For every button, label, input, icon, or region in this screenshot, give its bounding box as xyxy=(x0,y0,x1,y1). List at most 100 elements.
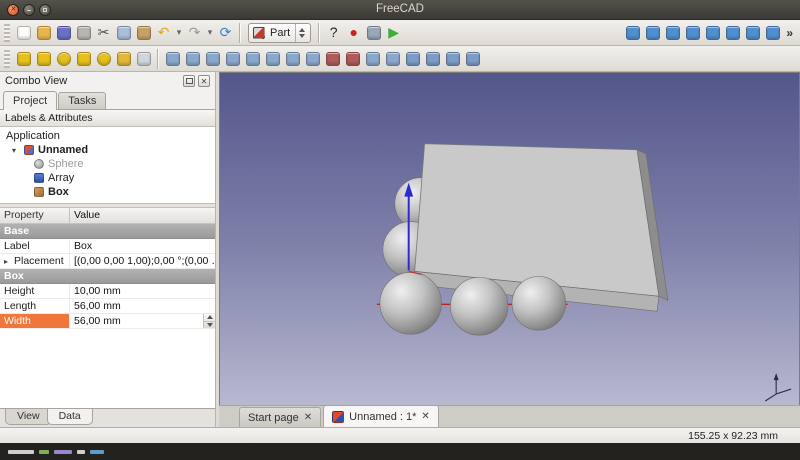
placement-expand-icon[interactable] xyxy=(4,254,12,268)
top-view-icon[interactable] xyxy=(684,24,701,41)
undo-icon[interactable]: ↶ xyxy=(155,24,172,41)
whats-this-icon[interactable]: ? xyxy=(325,24,342,41)
tree-item-array[interactable]: Array xyxy=(0,171,215,185)
revolve-icon[interactable] xyxy=(184,50,201,67)
view-icon-group xyxy=(624,24,781,41)
toolbar-overflow-button[interactable]: » xyxy=(783,26,796,40)
right-view-icon[interactable] xyxy=(704,24,721,41)
ruled-surface-icon[interactable] xyxy=(264,50,281,67)
tab-data[interactable]: Data xyxy=(47,409,93,425)
sphere-array-front[interactable] xyxy=(380,272,566,335)
panel-close-icon[interactable] xyxy=(198,75,210,87)
property-value[interactable]: [(0,00 0,00 1,00);0,00 °;(0,00 … xyxy=(70,254,215,268)
record-macro-icon[interactable]: ● xyxy=(345,24,362,41)
paste-icon[interactable] xyxy=(135,24,152,41)
create-primitives-icon[interactable] xyxy=(115,50,132,67)
width-spinner[interactable] xyxy=(203,314,215,328)
cylinder-primitive-icon[interactable] xyxy=(35,50,52,67)
tree-column-header[interactable]: Labels & Attributes xyxy=(0,110,215,127)
offset-icon[interactable] xyxy=(364,50,381,67)
cross-sections-icon[interactable] xyxy=(344,50,361,67)
cut-icon[interactable]: ✂ xyxy=(95,24,112,41)
thickness-icon[interactable] xyxy=(384,50,401,67)
fit-all-icon[interactable] xyxy=(624,24,641,41)
tree-item-sphere[interactable]: Sphere xyxy=(0,157,215,171)
property-row-placement[interactable]: Placement [(0,00 0,00 1,00);0,00 °;(0,00… xyxy=(0,254,215,269)
front-view-icon[interactable] xyxy=(664,24,681,41)
union-icon[interactable] xyxy=(444,50,461,67)
box-primitive-icon[interactable] xyxy=(15,50,32,67)
close-tab-icon[interactable]: ✕ xyxy=(304,412,312,423)
mirror-icon[interactable] xyxy=(204,50,221,67)
property-value[interactable]: 10,00 mm xyxy=(70,284,215,298)
macros-dialog-icon[interactable] xyxy=(365,24,382,41)
toolbar-grip[interactable] xyxy=(4,24,10,42)
intersection-icon[interactable] xyxy=(464,50,481,67)
sweep-icon[interactable] xyxy=(304,50,321,67)
value-column-header[interactable]: Value xyxy=(70,208,215,223)
property-row-width[interactable]: Width 56,00 mm xyxy=(0,314,215,329)
cone-primitive-icon[interactable] xyxy=(75,50,92,67)
close-tab-icon[interactable]: ✕ xyxy=(421,411,429,422)
chamfer-icon[interactable] xyxy=(244,50,261,67)
property-row-height[interactable]: Height 10,00 mm xyxy=(0,284,215,299)
tab-tasks[interactable]: Tasks xyxy=(58,92,106,109)
tree-item-label: Box xyxy=(48,186,69,198)
tree-item-application[interactable]: Application xyxy=(0,129,215,143)
open-document-icon[interactable] xyxy=(35,24,52,41)
left-view-icon[interactable] xyxy=(764,24,781,41)
section-icon[interactable] xyxy=(324,50,341,67)
tab-unnamed-document[interactable]: Unnamed : 1* ✕ xyxy=(323,405,439,427)
window-maximize-button[interactable] xyxy=(39,4,51,16)
extrude-icon[interactable] xyxy=(164,50,181,67)
property-group-box[interactable]: Box xyxy=(0,269,215,284)
panel-title-bar[interactable]: Combo View xyxy=(0,72,215,90)
titlebar[interactable]: FreeCAD xyxy=(0,0,800,20)
shape-builder-icon[interactable] xyxy=(135,50,152,67)
toolbar-grip[interactable] xyxy=(4,50,10,68)
document-area: Start page ✕ Unnamed : 1* ✕ xyxy=(219,72,800,427)
print-icon[interactable] xyxy=(75,24,92,41)
redo-history-icon[interactable]: ▾ xyxy=(206,24,214,41)
tab-project[interactable]: Project xyxy=(3,91,57,110)
rear-view-icon[interactable] xyxy=(724,24,741,41)
workbench-selector[interactable]: Part xyxy=(248,23,311,43)
loft-icon[interactable] xyxy=(284,50,301,67)
property-row-length[interactable]: Length 56,00 mm xyxy=(0,299,215,314)
width-value[interactable]: 56,00 mm xyxy=(74,315,121,327)
sphere-primitive-icon[interactable] xyxy=(55,50,72,67)
boolean-icon[interactable] xyxy=(404,50,421,67)
primitives-icon-group xyxy=(15,50,152,67)
isometric-view-icon[interactable] xyxy=(644,24,661,41)
tab-view[interactable]: View xyxy=(5,409,52,425)
property-value[interactable]: 56,00 mm xyxy=(70,299,215,313)
tree-item-box[interactable]: Box xyxy=(0,185,215,199)
property-value[interactable]: Box xyxy=(70,239,215,253)
tree-item-unnamed[interactable]: Unnamed xyxy=(0,143,215,157)
spinner-up-icon[interactable] xyxy=(204,314,215,322)
property-group-base[interactable]: Base xyxy=(0,224,215,239)
property-column-header[interactable]: Property xyxy=(0,208,70,223)
new-document-icon[interactable] xyxy=(15,24,32,41)
window-minimize-button[interactable] xyxy=(23,4,35,16)
freecad-window: FreeCAD ✂↶▾↷▾⟳ Part ?●▶ » Combo View xyxy=(0,0,800,460)
workbench-selector-arrows-icon[interactable] xyxy=(295,24,308,42)
3d-viewport[interactable] xyxy=(219,72,800,405)
window-close-button[interactable] xyxy=(7,4,19,16)
tab-start-page[interactable]: Start page ✕ xyxy=(239,407,321,427)
torus-primitive-icon[interactable] xyxy=(95,50,112,67)
copy-icon[interactable] xyxy=(115,24,132,41)
spinner-down-icon[interactable] xyxy=(204,322,215,329)
redo-icon[interactable]: ↷ xyxy=(186,24,203,41)
bottom-view-icon[interactable] xyxy=(744,24,761,41)
refresh-icon[interactable]: ⟳ xyxy=(217,24,234,41)
cut-boolean-icon[interactable] xyxy=(424,50,441,67)
desktop-strip xyxy=(0,443,800,460)
panel-float-icon[interactable] xyxy=(183,75,195,87)
undo-history-icon[interactable]: ▾ xyxy=(175,24,183,41)
save-icon[interactable] xyxy=(55,24,72,41)
property-row-label[interactable]: Label Box xyxy=(0,239,215,254)
execute-macro-icon[interactable]: ▶ xyxy=(385,24,402,41)
fillet-icon[interactable] xyxy=(224,50,241,67)
expand-arrow-icon[interactable] xyxy=(12,144,20,156)
